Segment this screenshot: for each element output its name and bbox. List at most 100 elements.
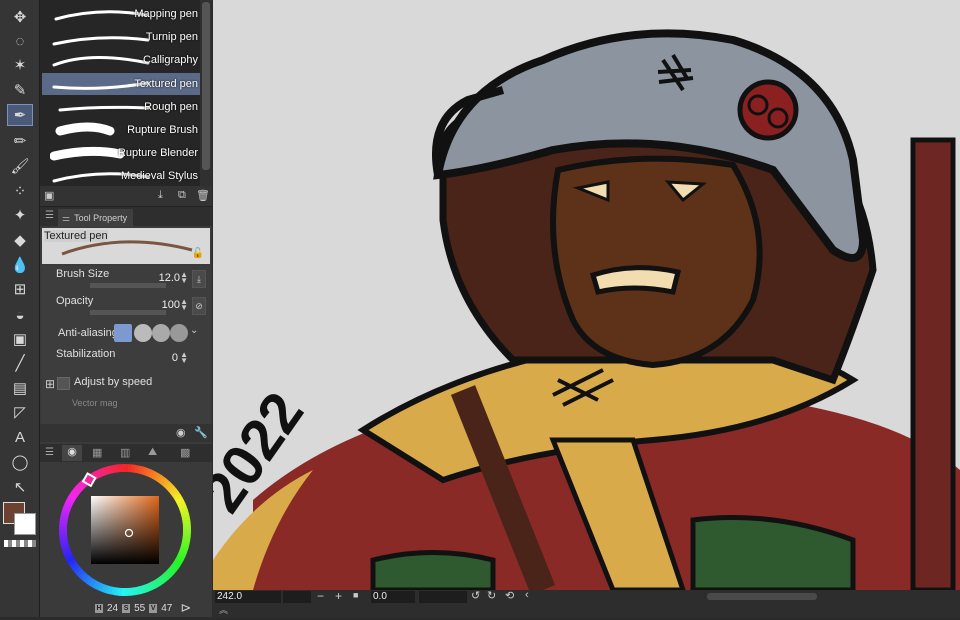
brush-icon[interactable]: 🖌: [7, 155, 33, 177]
vector-label: Vector mag: [72, 398, 118, 408]
stabilization-spinner[interactable]: ▲ ▼: [180, 351, 188, 365]
pen-icon[interactable]: ✒: [7, 104, 33, 126]
opacity-pressure-button[interactable]: ⊘: [192, 297, 206, 315]
illustration: 2022: [213, 29, 960, 590]
lasso-icon[interactable]: ◌: [7, 30, 33, 52]
zoom-out-icon[interactable]: −: [317, 589, 324, 603]
airbrush-icon[interactable]: ⁘: [7, 180, 33, 202]
antialiasing-strong-button[interactable]: [170, 324, 188, 342]
eyedropper-icon[interactable]: ✎: [7, 79, 33, 101]
expand-icon[interactable]: ⊞: [45, 377, 55, 391]
zoom-slider[interactable]: [283, 591, 311, 603]
download-icon[interactable]: ⤓: [158, 189, 163, 202]
angle-value[interactable]: 0.0: [371, 591, 415, 603]
brush-size-value[interactable]: 12.0: [159, 272, 180, 284]
zoom-in-icon[interactable]: +: [335, 589, 342, 603]
h-label: H: [95, 603, 103, 613]
settings-icon[interactable]: ▣: [44, 189, 54, 202]
brush-size-spinner[interactable]: ▲ ▼: [180, 271, 188, 285]
brush-label: Calligraphy: [142, 54, 198, 67]
status-bar: 242.0 − + ■ 0.0 ↺ ↻ ⟲ ‹ ︽: [213, 589, 960, 617]
wrench-icon[interactable]: 🔧: [194, 426, 208, 439]
color-mode-icon[interactable]: ⊳: [180, 600, 191, 616]
balloon-icon[interactable]: ◯: [7, 451, 33, 473]
rotate-right-icon[interactable]: ↻: [487, 589, 496, 602]
brush-label: Rough pen: [144, 100, 198, 113]
brush-size-slider[interactable]: [90, 283, 166, 288]
brush-list-scrollbar[interactable]: [200, 0, 212, 186]
adjust-speed-checkbox[interactable]: [57, 377, 70, 390]
decoration-icon[interactable]: ✦: [7, 204, 33, 226]
brush-label: Turnip pen: [145, 31, 198, 44]
brush-item[interactable]: Calligraphy: [42, 49, 200, 71]
color-set-tab-icon[interactable]: ▦: [92, 446, 102, 459]
trash-icon[interactable]: 🗑: [196, 189, 210, 202]
reset-rotation-icon[interactable]: ⟲: [505, 589, 514, 602]
sub-color-swatch[interactable]: [14, 513, 36, 535]
text-icon[interactable]: A: [7, 426, 33, 448]
sub-tool-panel: Mapping pen Turnip pen Calligraphy Textured…: [40, 0, 212, 617]
drawing-canvas[interactable]: 2022: [213, 0, 960, 590]
flip-icon[interactable]: ‹: [525, 589, 529, 601]
tab-tool-property[interactable]: ⚌ Tool Property: [58, 209, 134, 227]
hsv-readout: H 24 S 55 V 47 ⊳: [95, 600, 191, 616]
brush-item[interactable]: Rupture Brush: [42, 119, 200, 141]
eraser-icon[interactable]: ◆: [7, 229, 33, 251]
chevron-down-icon[interactable]: ⌄: [190, 325, 198, 336]
gradient-icon[interactable]: ▣: [7, 328, 33, 350]
stabilization-row: Stabilization 0 ▲ ▼: [42, 348, 210, 372]
tab-tool-property-label: Tool Property: [74, 213, 128, 223]
blend-icon[interactable]: 💧: [7, 254, 33, 276]
horizontal-scrollbar[interactable]: [707, 593, 817, 600]
brush-item[interactable]: Turnip pen: [42, 26, 200, 48]
stabilization-value[interactable]: 0: [172, 352, 178, 364]
stabilization-label: Stabilization: [56, 348, 116, 360]
tool-palette: ✥ ◌ ✶ ✎ ✒ ✏ 🖌 ⁘ ✦ ◆ 💧 ⊞ ◒ ▣ ╱ ▤ ◸ A ◯ ↖: [0, 0, 64, 617]
brush-label: Rupture Blender: [117, 147, 198, 160]
opacity-spinner[interactable]: ▲ ▼: [180, 298, 188, 312]
antialiasing-medium-button[interactable]: [152, 324, 170, 342]
color-wheel[interactable]: [40, 462, 212, 617]
brush-item[interactable]: Textured pen: [42, 72, 200, 95]
pencil-icon[interactable]: ✏: [7, 130, 33, 152]
angle-slider[interactable]: [419, 591, 467, 603]
mesh-icon[interactable]: ⊞: [7, 278, 33, 300]
line-icon[interactable]: ╱: [7, 352, 33, 374]
color-wheel-panel: [40, 462, 212, 617]
antialiasing-row: Anti-aliasing ⌄: [42, 322, 210, 346]
brush-item[interactable]: Rupture Blender: [42, 142, 200, 164]
approximate-color-tab-icon[interactable]: ⛰: [148, 446, 157, 459]
sub-tool-detail-icon[interactable]: ◉: [176, 426, 186, 439]
color-tabbar: ☰ ◉ ▦ ▥ ⛰ ▩: [40, 444, 212, 462]
magic-wand-icon[interactable]: ✶: [7, 54, 33, 76]
ruler-icon[interactable]: ◸: [7, 401, 33, 423]
collapse-icon[interactable]: ︽: [219, 603, 228, 616]
color-wheel-tab-icon[interactable]: ◉: [62, 445, 82, 461]
transparent-swatch[interactable]: [4, 540, 36, 547]
opacity-label: Opacity: [56, 295, 94, 307]
brush-item[interactable]: Mapping pen: [42, 3, 200, 25]
tool-property-tabbar: ☰ ⚌ Tool Property: [40, 206, 212, 227]
move-icon[interactable]: ✥: [7, 6, 33, 28]
frame-icon[interactable]: ▤: [7, 377, 33, 399]
brush-item[interactable]: Rough pen: [42, 96, 200, 118]
antialiasing-none-button[interactable]: [114, 324, 132, 342]
menu-icon[interactable]: ☰: [45, 447, 54, 458]
tool-property-icon: ⚌: [62, 212, 71, 223]
rotate-left-icon[interactable]: ↺: [471, 589, 480, 602]
color-history-tab-icon[interactable]: ▩: [180, 446, 190, 459]
zoom-value[interactable]: 242.0: [215, 591, 281, 603]
brush-size-pressure-button[interactable]: ⤓: [192, 270, 206, 288]
opacity-slider[interactable]: [90, 310, 166, 315]
menu-icon[interactable]: ☰: [45, 210, 54, 221]
correction-icon[interactable]: ↖: [7, 476, 33, 498]
fill-icon[interactable]: ◒: [7, 304, 33, 326]
brush-item[interactable]: Medieval Stylus: [42, 165, 200, 186]
fit-icon[interactable]: ■: [353, 590, 358, 600]
intermediate-color-tab-icon[interactable]: ▥: [120, 446, 130, 459]
copy-icon[interactable]: ⧉: [178, 189, 186, 202]
antialiasing-weak-button[interactable]: [134, 324, 152, 342]
brush-list: Mapping pen Turnip pen Calligraphy Textured…: [40, 0, 200, 186]
opacity-value[interactable]: 100: [162, 299, 180, 311]
lock-icon[interactable]: 🔓: [192, 248, 204, 259]
